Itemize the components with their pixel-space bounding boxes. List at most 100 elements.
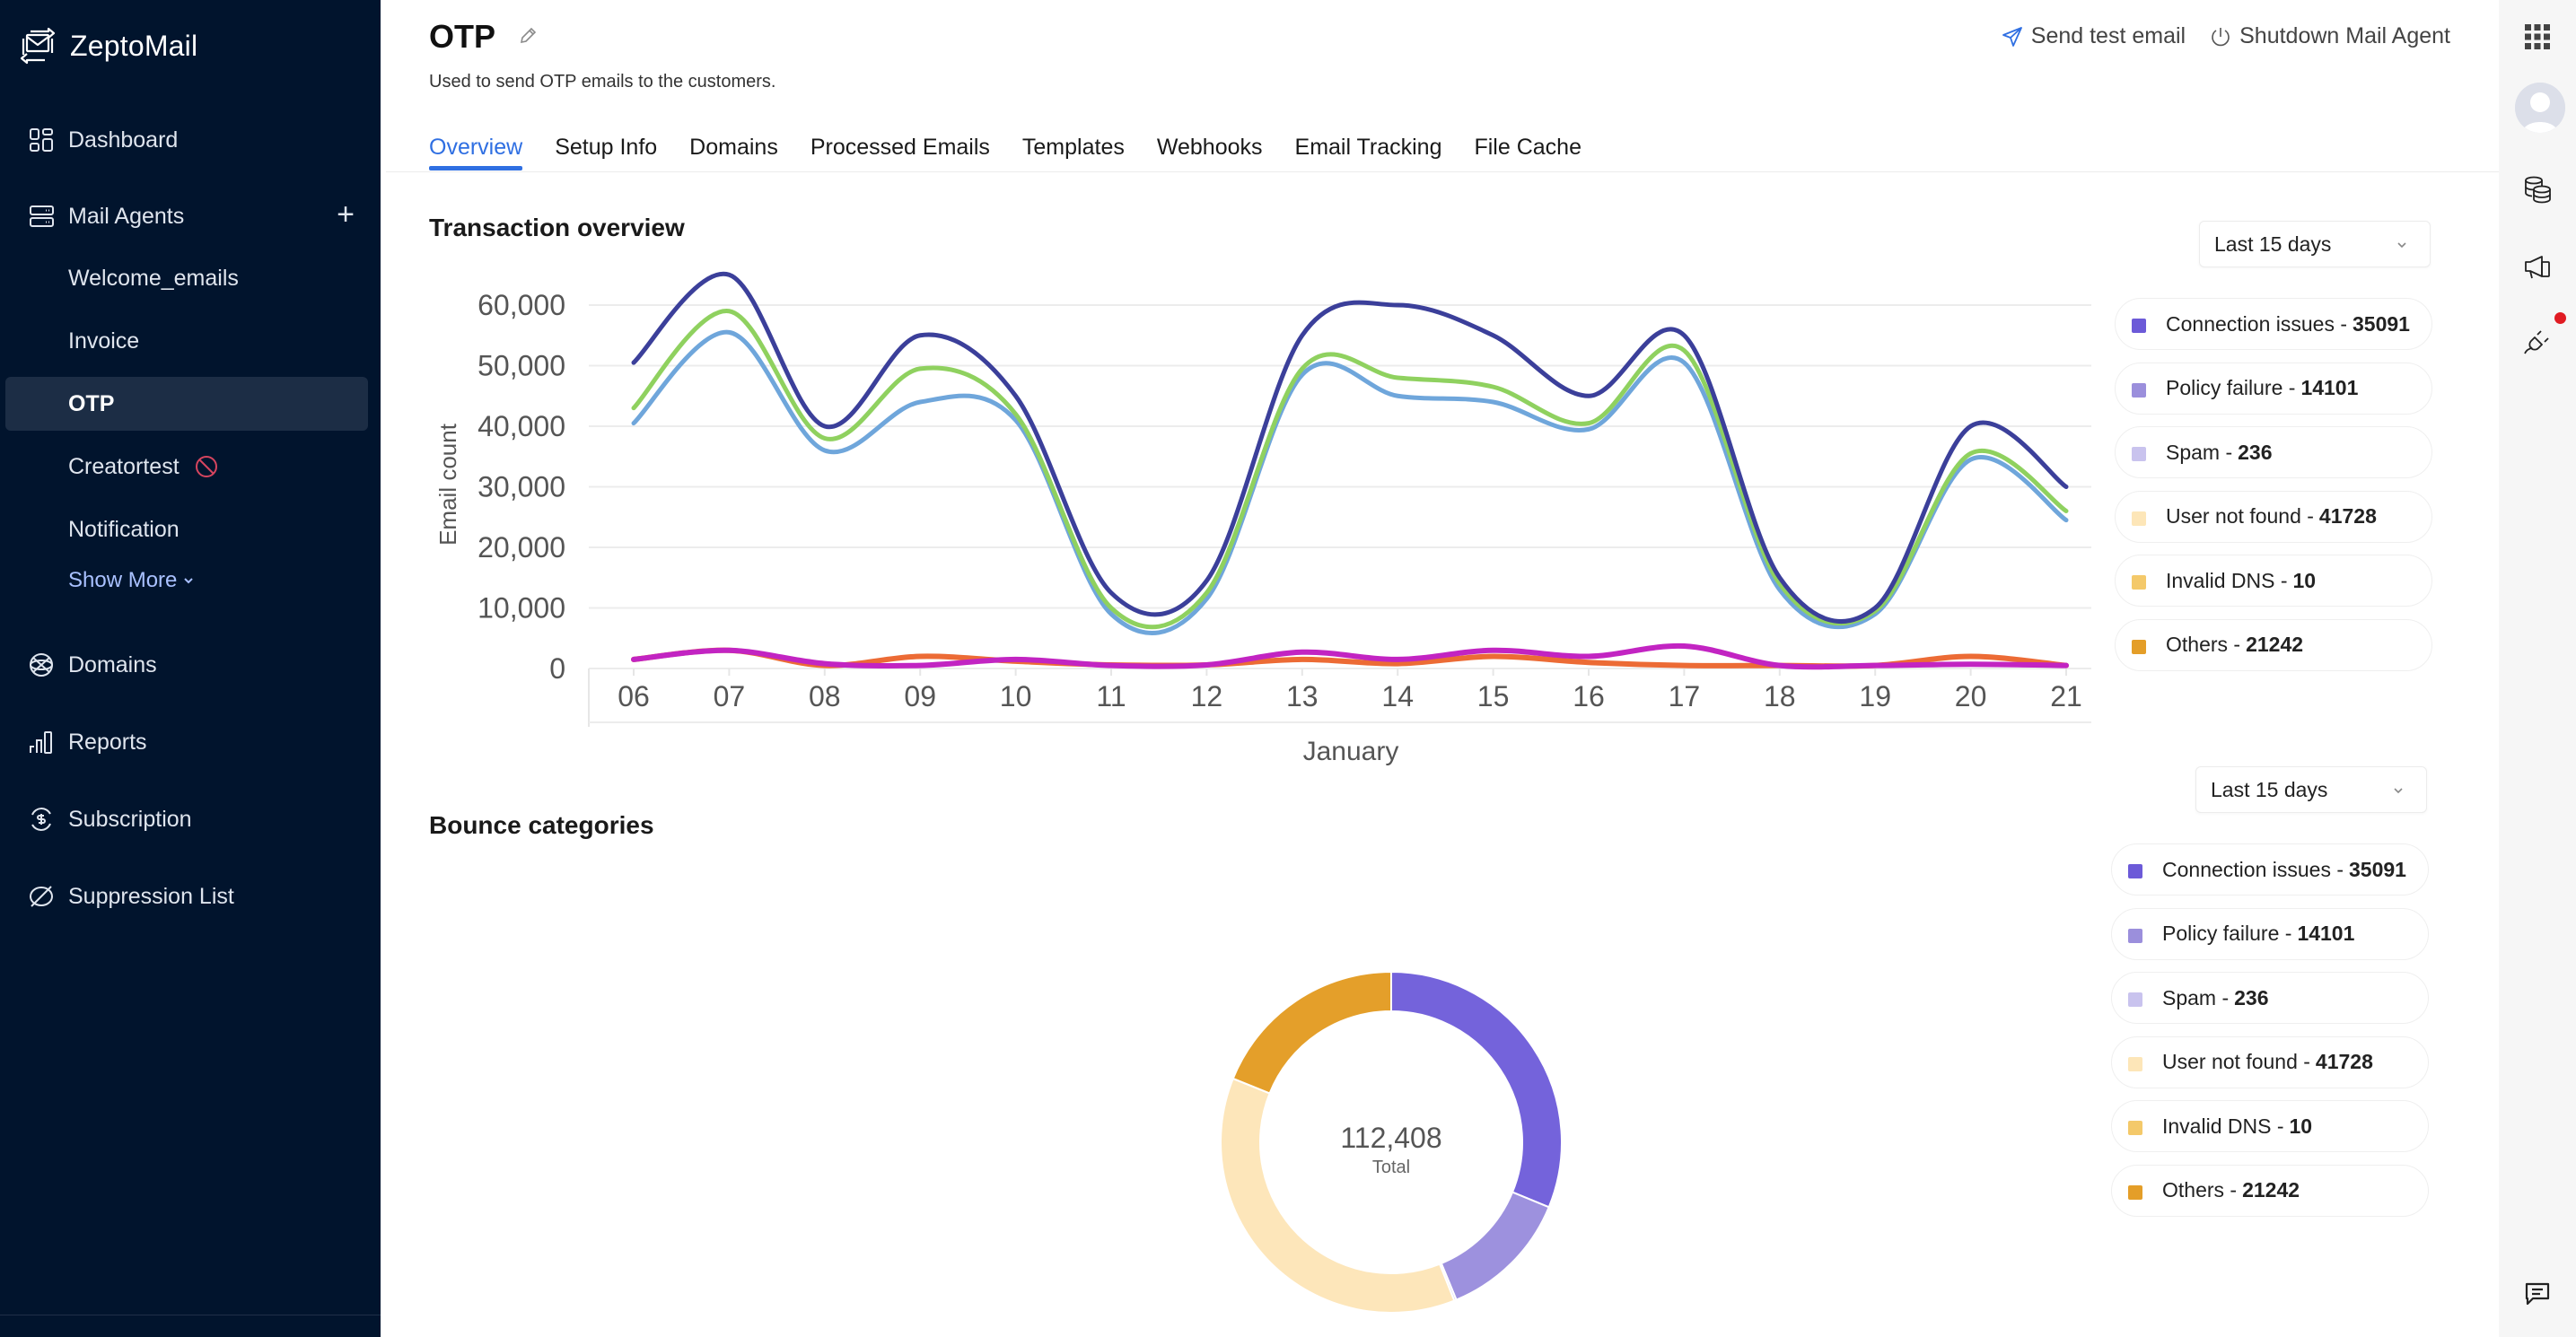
legend-value: 41728	[2318, 504, 2377, 528]
mail-agent-creatortest[interactable]: Creatortest	[5, 440, 368, 494]
legend-item[interactable]: Invalid DNS -10	[2115, 555, 2432, 607]
legend-item[interactable]: User not found -41728	[2115, 490, 2432, 543]
avatar[interactable]	[2515, 83, 2565, 133]
x-tick-label: 10	[1000, 680, 1032, 712]
brand-name: ZeptoMail	[70, 29, 198, 62]
send-test-email-button[interactable]: Send test email	[2001, 23, 2186, 49]
series-line-2[interactable]	[631, 309, 2069, 630]
tab-templates[interactable]: Templates	[1022, 131, 1125, 170]
x-tick-label: 09	[904, 680, 936, 712]
feedback-icon	[2525, 1282, 2550, 1306]
legend-label: Policy failure -	[2166, 376, 2296, 399]
legend-swatch	[2132, 511, 2146, 526]
y-tick-label: 0	[549, 652, 565, 685]
tab-webhooks[interactable]: Webhooks	[1157, 131, 1263, 170]
megaphone-icon	[2525, 256, 2550, 279]
sidebar-item-mail-agents[interactable]: Mail Agents	[0, 189, 381, 243]
bounce-range-dropdown[interactable]: Last 15 days	[2195, 766, 2427, 813]
sidebar-item-dashboard[interactable]: Dashboard	[0, 113, 381, 167]
transaction-line-chart: 0 10,000 20,000 30,000 40,000 50,000 60,000 Ema…	[434, 271, 2091, 766]
legend-item[interactable]: Policy failure -14101	[2115, 362, 2432, 415]
mail-agents-icon	[27, 202, 56, 231]
legend-item[interactable]: User not found -41728	[2111, 1036, 2429, 1088]
apps-grid-button[interactable]	[2520, 20, 2554, 54]
send-test-email-label: Send test email	[2030, 23, 2186, 48]
mail-agent-welcome-emails[interactable]: Welcome_emails	[5, 251, 368, 305]
mail-agent-invoice[interactable]: Invoice	[5, 314, 368, 368]
legend-label: Others -	[2162, 1178, 2238, 1202]
brand-logo[interactable]: ZeptoMail	[18, 23, 197, 68]
sidebar-item-domains[interactable]: Domains	[0, 638, 381, 692]
sidebar-item-label: Subscription	[68, 806, 192, 832]
series-line-3[interactable]	[631, 329, 2069, 636]
legend-label: User not found -	[2162, 1050, 2310, 1073]
chevron-down-icon	[184, 578, 194, 584]
sidebar: ZeptoMail Dashboard Mail Agents + Welcom…	[0, 0, 381, 1337]
mail-agent-label: Welcome_emails	[68, 265, 239, 291]
legend-item[interactable]: Others -21242	[2111, 1164, 2429, 1217]
legend-swatch	[2132, 382, 2146, 398]
legend-value: 236	[2234, 985, 2269, 1009]
tab-processed-emails[interactable]: Processed Emails	[810, 131, 990, 170]
edit-icon[interactable]	[517, 25, 539, 47]
send-icon	[2002, 26, 2022, 47]
show-more-label: Show More	[68, 568, 178, 592]
x-tick-label: 17	[1669, 680, 1701, 712]
dropdown-value: Last 15 days	[2214, 232, 2332, 256]
add-mail-agent-button[interactable]: +	[332, 199, 359, 230]
y-tick-label: 10,000	[478, 592, 565, 625]
dashboard-icon	[27, 126, 56, 154]
legend-swatch	[2128, 864, 2142, 878]
y-tick-label: 50,000	[478, 350, 565, 382]
legend-item[interactable]: Connection issues -35091	[2115, 298, 2432, 350]
legend-value: 10	[2289, 1114, 2313, 1138]
bounce-legend: Connection issues -35091 Policy failure -…	[2111, 843, 2429, 1228]
legend-item[interactable]: Spam -236	[2111, 972, 2429, 1024]
legend-value: 10	[2292, 568, 2317, 592]
sidebar-item-subscription[interactable]: Subscription	[0, 792, 381, 846]
database-icon	[2525, 176, 2551, 204]
donut-slice-policy-failure[interactable]	[1440, 1191, 1550, 1301]
legend-value: 41728	[2315, 1050, 2373, 1073]
tabs-divider	[386, 171, 2501, 172]
feedback-button[interactable]	[2520, 1276, 2554, 1310]
header-actions: Send test email Shutdown Mail Agent	[2001, 23, 2450, 49]
donut-slice-connection-issues[interactable]	[1390, 970, 1563, 1209]
donut-slice-user-not-found[interactable]	[1220, 1077, 1456, 1314]
transaction-range-dropdown[interactable]: Last 15 days	[2199, 221, 2431, 267]
tab-email-tracking[interactable]: Email Tracking	[1295, 131, 1442, 170]
tab-setup-info[interactable]: Setup Info	[555, 131, 657, 170]
legend-item[interactable]: Spam -236	[2115, 426, 2432, 478]
plug-icon	[2524, 330, 2549, 354]
show-more-link[interactable]: Show More	[68, 568, 195, 593]
legend-value: 35091	[2349, 857, 2406, 881]
donut-slice-others[interactable]	[1231, 970, 1392, 1095]
shutdown-mail-agent-button[interactable]: Shutdown Mail Agent	[2209, 23, 2450, 49]
legend-item[interactable]: Invalid DNS -10	[2111, 1100, 2429, 1152]
y-tick-label: 60,000	[478, 289, 565, 321]
x-tick-label: 18	[1764, 680, 1796, 712]
bounce-categories-title: Bounce categories	[429, 811, 654, 839]
donut-total-label: Total	[1372, 1158, 1410, 1177]
legend-label: Others -	[2166, 633, 2241, 656]
legend-item[interactable]: Connection issues -35091	[2111, 843, 2429, 896]
mail-agent-notification[interactable]: Notification	[5, 502, 368, 556]
tab-domains[interactable]: Domains	[689, 131, 778, 170]
mail-agent-label: Notification	[68, 516, 180, 542]
x-tick-label: 06	[618, 680, 650, 712]
sidebar-item-suppression-list[interactable]: Suppression List	[0, 869, 381, 923]
notification-badge	[2554, 312, 2566, 324]
integrations-button[interactable]	[2520, 325, 2554, 359]
tab-file-cache[interactable]: File Cache	[1474, 131, 1582, 170]
announcements-button[interactable]	[2520, 249, 2554, 284]
sidebar-item-reports[interactable]: Reports	[0, 715, 381, 769]
tab-overview[interactable]: Overview	[429, 131, 523, 170]
database-button[interactable]	[2520, 172, 2554, 206]
legend-item[interactable]: Others -21242	[2115, 618, 2432, 671]
legend-item[interactable]: Policy failure -14101	[2111, 907, 2429, 960]
legend-value: 14101	[2297, 922, 2355, 945]
legend-value: 236	[2238, 440, 2273, 464]
legend-swatch	[2132, 319, 2146, 333]
mail-agent-otp[interactable]: OTP	[5, 377, 368, 431]
legend-label: Invalid DNS -	[2162, 1114, 2284, 1138]
